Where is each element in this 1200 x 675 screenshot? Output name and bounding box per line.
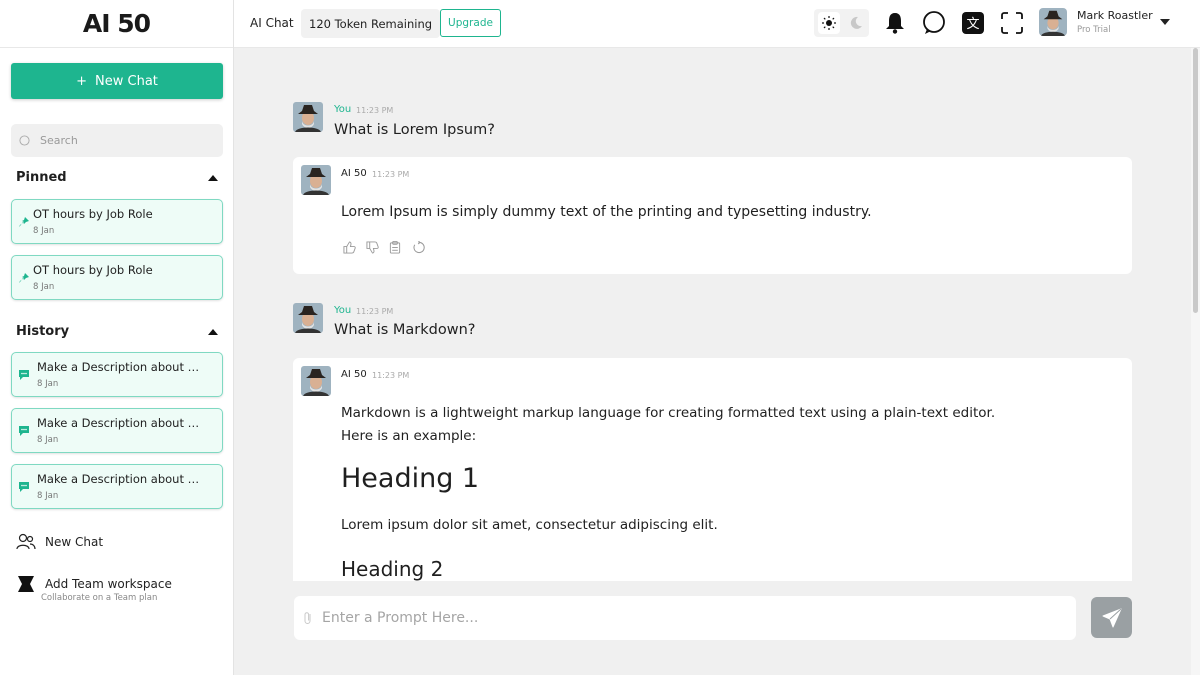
fullscreen-icon[interactable] [1000,11,1024,35]
send-button[interactable] [1091,597,1132,638]
prompt-input[interactable] [322,610,1042,626]
ai-response: AI 50 11:23 PM Markdown is a lightweight… [293,358,1132,581]
ai-avatar [301,366,331,396]
new-chat-link-label: New Chat [45,535,104,549]
history-item-date: 8 Jan [37,491,59,501]
pin-icon [18,272,30,284]
pinned-item-date: 8 Jan [33,282,55,292]
user-avatar [293,102,323,132]
new-chat-link[interactable]: New Chat [16,532,103,552]
new-chat-label: New Chat [95,73,158,89]
user-name[interactable]: Mark Roastler [1077,9,1153,22]
scrollbar-thumb[interactable] [1193,48,1198,313]
message-actions [342,240,425,254]
plus-icon: + [76,73,88,89]
history-item-date: 8 Jan [37,379,59,389]
upgrade-button[interactable]: Upgrade [440,9,501,37]
sidebar: AI 50 + New Chat Pinned OT hours by Job … [0,0,234,675]
message-time: 11:23 PM [372,371,410,380]
svg-text:文: 文 [966,17,979,32]
pin-icon [18,216,30,228]
user-message: What is Lorem Ipsum? [334,122,495,138]
pinned-item[interactable]: OT hours by Job Role 8 Jan [11,199,223,244]
team-workspace-label: Add Team workspace [45,577,172,591]
message-author: AI 50 [341,168,367,179]
markdown-heading-2: Heading 2 [341,557,444,581]
team-workspace-subtitle: Collaborate on a Team plan [41,593,158,603]
search-box[interactable] [11,124,223,157]
history-item-title: Make a Description about t... [37,360,202,374]
users-icon [16,533,36,550]
new-chat-button[interactable]: + New Chat [11,63,223,99]
thumbs-up-icon[interactable] [342,240,356,254]
sun-icon[interactable] [818,12,840,34]
user-avatar[interactable] [1039,8,1067,36]
thumbs-down-icon[interactable] [365,240,379,254]
chat-bubble-icon [18,425,30,437]
attach-icon[interactable] [302,611,314,625]
page-title: AI Chat [250,16,294,30]
history-item[interactable]: Make a Description about t... 8 Jan [11,408,223,453]
pinned-item[interactable]: OT hours by Job Role 8 Jan [11,255,223,300]
search-icon [19,135,30,146]
history-item[interactable]: Make a Description about t... 8 Jan [11,464,223,509]
send-icon [1102,608,1121,627]
pinned-item-date: 8 Jan [33,226,55,236]
markdown-heading-1: Heading 1 [341,463,480,494]
logo-text: AI 50 [82,9,151,38]
history-item[interactable]: Make a Description about t... 8 Jan [11,352,223,397]
ai-message-paragraph: Lorem ipsum dolor sit amet, consectetur … [341,517,718,533]
collapse-caret-icon[interactable] [208,174,218,181]
ai-message-paragraph: Here is an example: [341,428,477,444]
ai-response: AI 50 11:23 PM Lorem Ipsum is simply dum… [293,157,1132,274]
scrollbar[interactable] [1191,48,1200,675]
ai-message: Lorem Ipsum is simply dummy text of the … [341,204,872,220]
message-author: You [334,305,352,316]
theme-toggle[interactable] [814,9,869,37]
ai-avatar [301,165,331,195]
pinned-header[interactable]: Pinned [16,170,218,185]
chevron-down-icon[interactable] [1160,19,1170,25]
user-avatar [293,303,323,333]
message-time: 11:23 PM [356,106,394,115]
top-bar: AI Chat 120 Token Remaining Upgrade 文 Ma… [234,0,1200,48]
message-time: 11:23 PM [372,170,410,179]
history-title: History [16,324,70,339]
copy-icon[interactable] [388,240,402,254]
pinned-item-title: OT hours by Job Role [33,263,153,277]
message-author: AI 50 [341,369,367,380]
token-counter: 120 Token Remaining [301,9,441,38]
app: AI 50 + New Chat Pinned OT hours by Job … [0,0,1200,675]
translate-icon[interactable]: 文 [961,11,985,35]
prompt-box[interactable] [294,596,1076,640]
add-team-workspace-link[interactable]: Add Team workspace [16,574,172,594]
regenerate-icon[interactable] [411,240,425,254]
pinned-title: Pinned [16,170,67,185]
user-message: What is Markdown? [334,322,476,338]
user-plan: Pro Trial [1077,25,1111,35]
chat-bubble-icon [18,369,30,381]
team-workspace-icon [18,576,34,592]
ai-message-paragraph: Markdown is a lightweight markup languag… [341,405,996,421]
history-header[interactable]: History [16,324,218,339]
pinned-item-title: OT hours by Job Role [33,207,153,221]
message-time: 11:23 PM [356,307,394,316]
bell-icon[interactable] [883,11,907,35]
message-author: You [334,104,352,115]
chat-bubble-icon [18,481,30,493]
chat-circle-icon[interactable] [922,11,946,35]
history-item-title: Make a Description about t... [37,472,202,486]
search-input[interactable] [40,134,210,147]
logo[interactable]: AI 50 [0,0,233,48]
collapse-caret-icon[interactable] [208,328,218,335]
history-item-date: 8 Jan [37,435,59,445]
history-item-title: Make a Description about t... [37,416,202,430]
moon-icon[interactable] [845,12,867,34]
